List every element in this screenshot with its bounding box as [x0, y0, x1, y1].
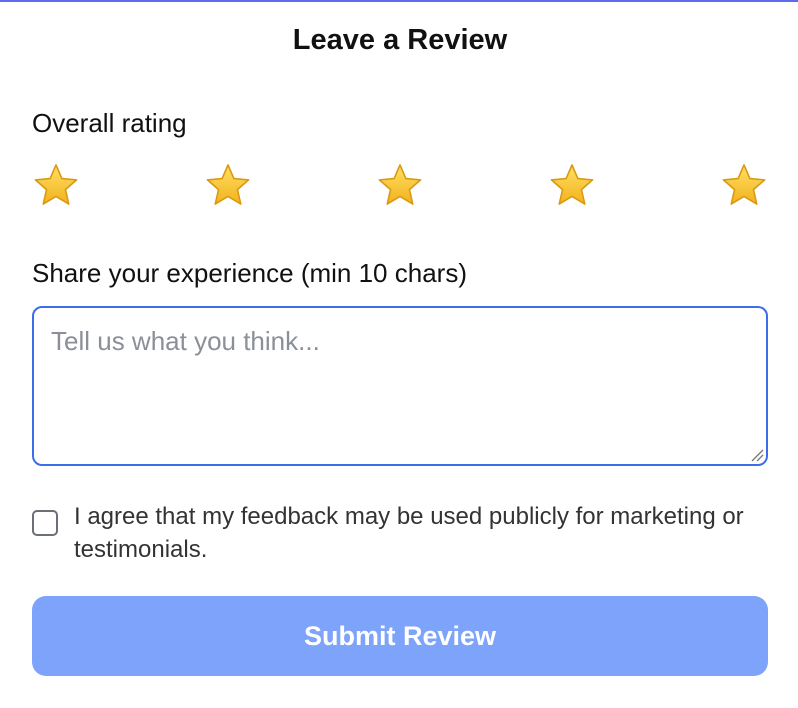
star-icon[interactable]: [548, 162, 596, 210]
experience-textarea[interactable]: [32, 306, 768, 466]
star-icon[interactable]: [204, 162, 252, 210]
star-icon[interactable]: [720, 162, 768, 210]
consent-label[interactable]: I agree that my feedback may be used pub…: [74, 500, 768, 566]
star-rating: [32, 160, 768, 212]
submit-review-button[interactable]: Submit Review: [32, 596, 768, 676]
page-title: Leave a Review: [292, 24, 508, 56]
consent-checkbox[interactable]: [32, 510, 58, 536]
rating-label: Overall rating: [32, 108, 187, 138]
experience-field-wrapper: [32, 306, 768, 466]
star-icon[interactable]: [376, 162, 424, 210]
star-icon[interactable]: [32, 162, 80, 210]
consent-row: I agree that my feedback may be used pub…: [32, 500, 768, 566]
experience-label: Share your experience (min 10 chars): [32, 258, 467, 288]
resize-grip-icon[interactable]: [750, 448, 764, 462]
top-accent-bar: [0, 0, 798, 2]
